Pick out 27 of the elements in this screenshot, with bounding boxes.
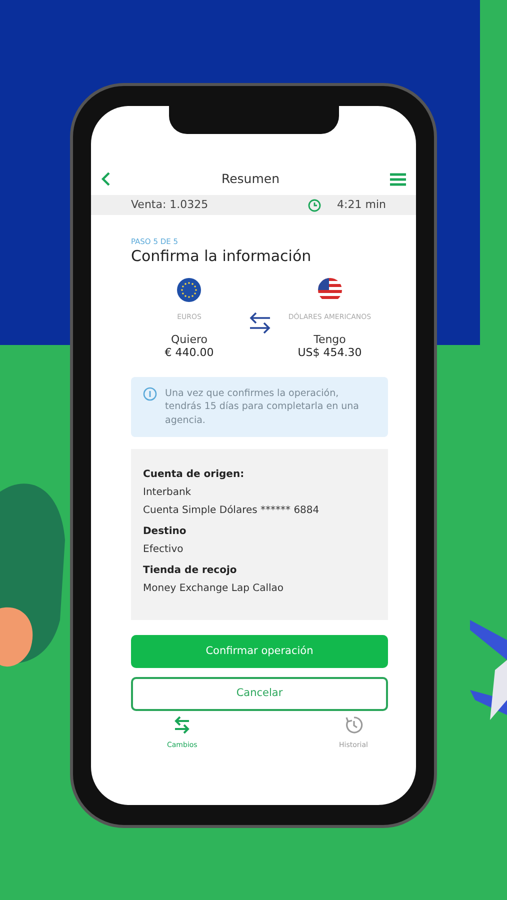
clock-icon (308, 198, 322, 212)
detail-value: Interbank (143, 486, 192, 500)
amount-value: € 440.00 (164, 346, 214, 360)
page-heading: Confirma la información (131, 247, 312, 266)
cancel-button[interactable]: Cancelar (131, 677, 388, 712)
flag-icon (177, 278, 202, 302)
detail-value: Cuenta Simple Dólares ****** 6884 (143, 504, 320, 518)
menu-icon[interactable] (390, 172, 406, 186)
detail-label: Cuenta de origen: (143, 468, 246, 482)
notice-text: Una vez que confirmes la operación, tendrás 15 días para completarla en una agencia. (165, 387, 360, 428)
swap-icon (248, 310, 272, 336)
detail-label: Tienda de recojo (143, 564, 238, 578)
confirm-button[interactable]: Confirmar operación (131, 635, 388, 668)
detail-label: Destino (143, 525, 188, 540)
history-icon (344, 715, 364, 736)
detail-value: Efectivo (143, 543, 184, 558)
amount-value: US$ 454.30 (298, 346, 362, 360)
back-button[interactable] (101, 172, 111, 186)
screen-title: Resumen (221, 170, 280, 188)
info-icon (143, 387, 157, 402)
flag-icon (318, 278, 342, 302)
amount-label: Quiero (171, 334, 208, 346)
detail-value: Money Exchange Lap Callao (143, 582, 285, 596)
amount-label: Tengo (314, 334, 346, 346)
back-icon (101, 172, 111, 186)
exchange-rate: Venta: 1.0325 (131, 196, 208, 213)
timer: 4:21 min (337, 196, 386, 213)
